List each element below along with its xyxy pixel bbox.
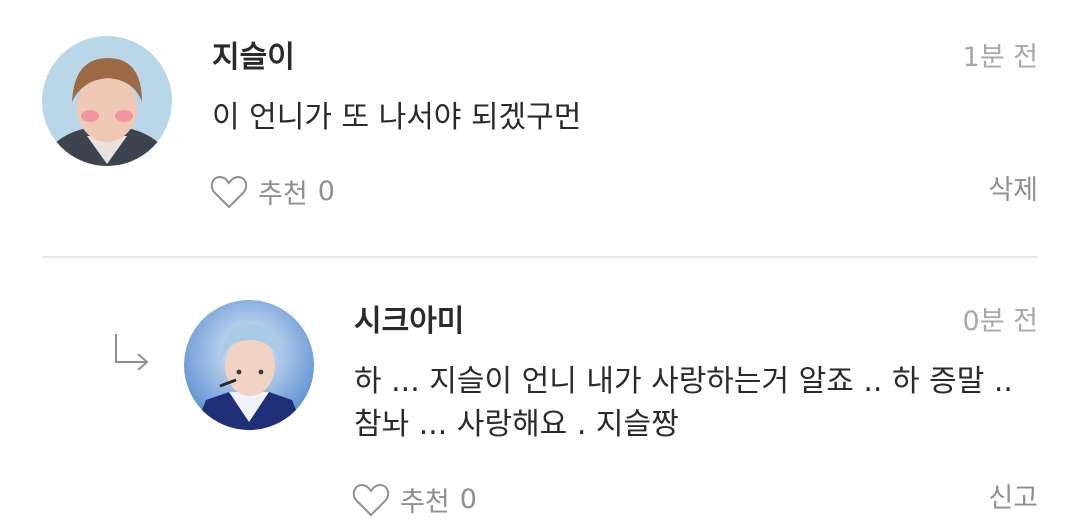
like-button[interactable]: 추천 0 <box>352 480 477 519</box>
avatar-image <box>42 36 172 166</box>
report-button[interactable]: 신고 <box>988 481 1038 517</box>
heart-outline-icon <box>210 175 248 208</box>
comment-author[interactable]: 시크아미 <box>354 304 464 340</box>
reply-arrow-icon <box>115 334 149 370</box>
like-label: 추천 <box>400 487 450 518</box>
comment-timestamp: 1분 전 <box>962 42 1038 73</box>
like-button[interactable]: 추천 0 <box>210 172 335 211</box>
avatar-image <box>184 300 314 430</box>
avatar[interactable] <box>42 36 172 166</box>
comment-item: 지슬이 1분 전 이 언니가 또 나서야 되겠구먼 추천 0 삭제 <box>0 0 1080 256</box>
avatar[interactable] <box>184 300 314 430</box>
comment-text: 이 언니가 또 나서야 되겠구먼 <box>212 100 582 135</box>
comment-timestamp: 0분 전 <box>962 306 1038 337</box>
comment-author[interactable]: 지슬이 <box>212 40 295 76</box>
delete-button[interactable]: 삭제 <box>988 173 1038 209</box>
like-count: 0 <box>317 176 335 207</box>
like-count: 0 <box>459 484 477 515</box>
reply-comment-item: 시크아미 0분 전 하 ... 지슬이 언니 내가 사랑하는거 알죠 .. 하 … <box>0 258 1080 531</box>
comment-text: 하 ... 지슬이 언니 내가 사랑하는거 알죠 .. 하 증말 .. 참놔 .… <box>354 364 1013 442</box>
like-label: 추천 <box>258 179 308 210</box>
heart-outline-icon <box>352 483 390 516</box>
